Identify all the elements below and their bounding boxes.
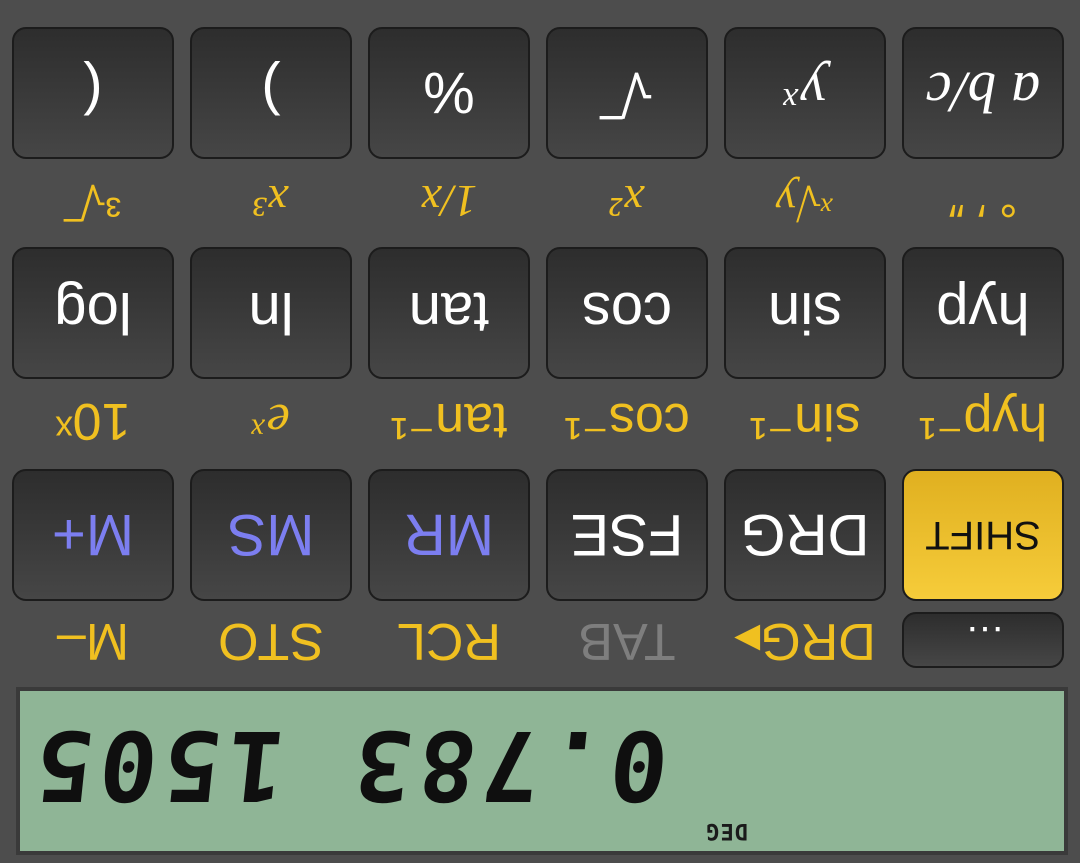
x-root-y-alt-label: ˣ√y: [775, 176, 835, 227]
m-minus-alt-label: M–: [56, 612, 130, 670]
ten-power-alt-label: 10ˣ: [55, 392, 131, 450]
ms-button[interactable]: MS: [190, 469, 352, 601]
sto-alt-label: STO: [218, 612, 324, 670]
sin-button[interactable]: sin: [724, 247, 886, 379]
trig-row: hyp⁻¹ sin⁻¹ cos⁻¹ tan⁻¹ eˣ 10ˣ hyp sin c…: [0, 241, 1080, 451]
power-row: ° ′ ″ ˣ√y x² 1/x x³ ³√‾ a b/c yˣ √‾ % ) …: [0, 13, 1080, 233]
calculator-app: DEG 0.783 1505 … DRG▸ TAB RCL STO M– SHI…: [0, 0, 1080, 863]
rcl-alt-label: RCL: [396, 612, 502, 670]
ln-button[interactable]: ln: [190, 247, 352, 379]
hyp-inverse-alt-label: hyp⁻¹: [918, 392, 1048, 450]
tan-inverse-alt-label: tan⁻¹: [390, 392, 508, 450]
exp-alt-label: eˣ: [252, 393, 290, 450]
dms-alt-label: ° ′ ″: [948, 175, 1018, 227]
fraction-button[interactable]: a b/c: [902, 27, 1064, 159]
x-cubed-alt-label: x³: [253, 176, 289, 227]
memory-row: … DRG▸ TAB RCL STO M– SHIFT DRG FSE MR M…: [0, 469, 1080, 671]
sin-inverse-alt-label: sin⁻¹: [749, 392, 861, 450]
cos-button[interactable]: cos: [546, 247, 708, 379]
more-button[interactable]: …: [902, 612, 1064, 668]
lcd-display: DEG 0.783 1505: [16, 687, 1068, 855]
x-squared-alt-label: x²: [609, 176, 645, 227]
cos-inverse-alt-label: cos⁻¹: [564, 392, 690, 450]
m-plus-button[interactable]: M+: [12, 469, 174, 601]
drg-button[interactable]: DRG: [724, 469, 886, 601]
angle-mode-indicator: DEG: [705, 818, 748, 843]
percent-button[interactable]: %: [368, 27, 530, 159]
close-paren-button[interactable]: ): [190, 27, 352, 159]
cube-root-alt-label: ³√‾: [65, 175, 121, 227]
sqrt-button[interactable]: √‾: [546, 27, 708, 159]
tab-alt-label: TAB: [578, 612, 676, 670]
display-value: 0.783 1505: [24, 709, 674, 821]
power-button[interactable]: yˣ: [724, 27, 886, 159]
mr-button[interactable]: MR: [368, 469, 530, 601]
log-button[interactable]: log: [12, 247, 174, 379]
shift-button[interactable]: SHIFT: [902, 469, 1064, 601]
tan-button[interactable]: tan: [368, 247, 530, 379]
reciprocal-alt-label: 1/x: [420, 176, 478, 227]
hyp-button[interactable]: hyp: [902, 247, 1064, 379]
drg-convert-alt-label: DRG▸: [734, 612, 876, 670]
open-paren-button[interactable]: (: [12, 27, 174, 159]
fse-button[interactable]: FSE: [546, 469, 708, 601]
